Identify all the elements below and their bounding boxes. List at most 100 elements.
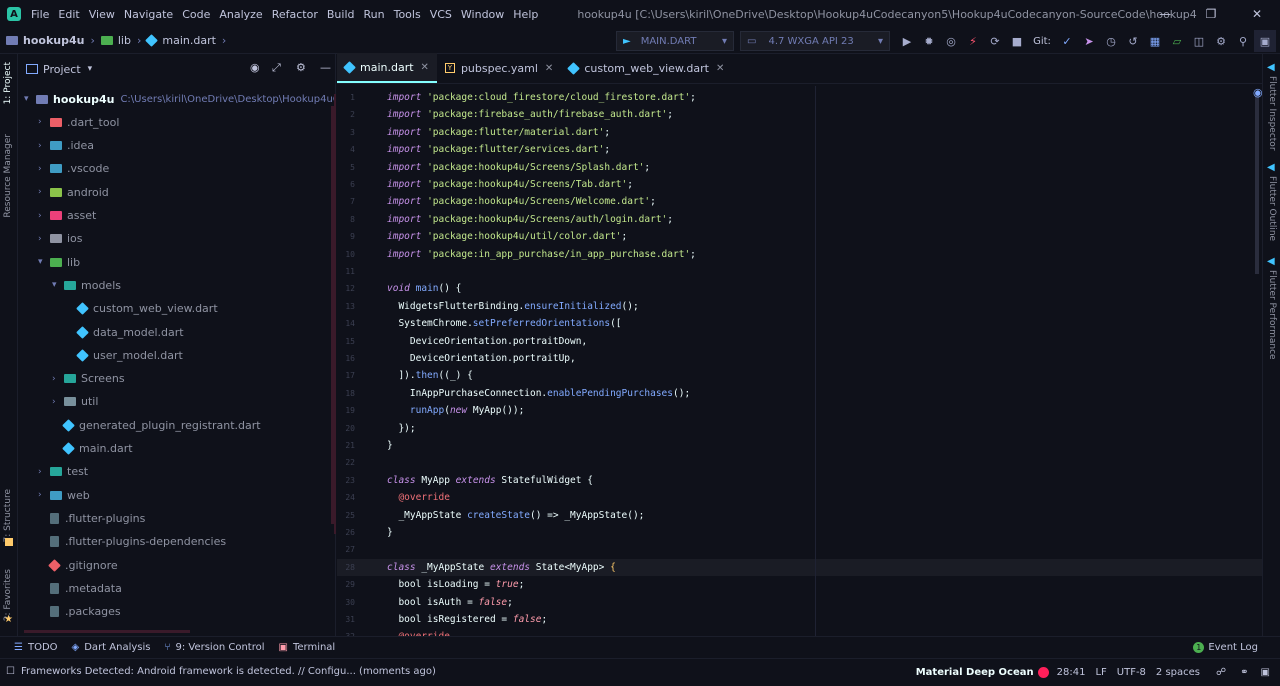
eye-icon[interactable]: ◉ <box>1253 86 1263 99</box>
tree-item[interactable]: ▾ models <box>52 274 121 296</box>
project-view-dropdown[interactable]: Project <box>43 63 81 76</box>
tree-item[interactable]: generated_plugin_registrant.dart <box>52 414 261 436</box>
close-tab-icon[interactable]: ✕ <box>716 63 724 74</box>
editor-scrollbar[interactable] <box>1255 94 1259 274</box>
lock-icon[interactable]: ☍ <box>1216 667 1226 678</box>
run-icon[interactable]: ▶ <box>896 30 918 52</box>
flutter-performance-tab[interactable]: Flutter Performance <box>1267 270 1277 360</box>
project-horizontal-scrollbar[interactable] <box>24 630 190 633</box>
tree-item[interactable]: .packages <box>38 601 121 623</box>
indent-setting[interactable]: 2 spaces <box>1156 667 1200 678</box>
memory-indicator-icon[interactable]: ▣ <box>1261 667 1270 678</box>
cursor-position[interactable]: 28:41 <box>1057 667 1086 678</box>
line-number: 2 <box>350 110 355 120</box>
flutter-outline-tab[interactable]: Flutter Outline <box>1267 176 1277 241</box>
resource-manager-tab[interactable]: Resource Manager <box>3 134 13 218</box>
menu-view[interactable]: View <box>89 8 115 21</box>
menu-window[interactable]: Window <box>461 8 504 21</box>
breadcrumb-file[interactable]: main.dart <box>162 34 216 47</box>
stop-icon[interactable]: ■ <box>1006 30 1028 52</box>
run-config-dropdown[interactable]: ► MAIN.DART ▾ <box>616 31 734 51</box>
menu-navigate[interactable]: Navigate <box>124 8 173 21</box>
tree-item[interactable]: .metadata <box>38 577 122 599</box>
tree-root[interactable]: ▾ hookup4u C:\Users\kiril\OneDrive\Deskt… <box>24 88 335 110</box>
menu-edit[interactable]: Edit <box>58 8 79 21</box>
gear-icon[interactable]: ⚙ <box>296 61 306 74</box>
attach-debugger-icon[interactable]: ⟳ <box>984 30 1006 52</box>
bottom-tool-button[interactable]: ◈ Dart Analysis <box>72 642 151 653</box>
menu-refactor[interactable]: Refactor <box>272 8 318 21</box>
menu-help[interactable]: Help <box>513 8 538 21</box>
debug-icon[interactable]: ✹ <box>918 30 940 52</box>
menu-run[interactable]: Run <box>364 8 385 21</box>
dart-file-icon <box>145 34 159 47</box>
breadcrumb-project[interactable]: hookup4u <box>23 34 84 47</box>
tree-item[interactable]: › .vscode <box>38 158 109 180</box>
git-update-icon[interactable]: ✓ <box>1056 30 1078 52</box>
code-line: import 'package:flutter/services.dart'; <box>387 141 610 158</box>
tree-item[interactable]: .flutter-plugins-dependencies <box>38 531 226 553</box>
notification-icon[interactable]: ☐ <box>6 666 15 677</box>
menu-code[interactable]: Code <box>182 8 210 21</box>
tree-item[interactable]: › test <box>38 461 88 483</box>
project-structure-icon[interactable]: ▦ <box>1144 30 1166 52</box>
tree-item[interactable]: main.dart <box>52 438 133 460</box>
file-encoding[interactable]: UTF-8 <box>1117 667 1146 678</box>
tree-item[interactable]: › android <box>38 181 109 203</box>
tree-item[interactable]: custom_web_view.dart <box>66 298 218 320</box>
event-log-button[interactable]: 1 Event Log <box>1193 642 1258 653</box>
menu-analyze[interactable]: Analyze <box>219 8 262 21</box>
maximize-button[interactable]: ❐ <box>1188 0 1234 28</box>
status-message[interactable]: Frameworks Detected: Android framework i… <box>21 666 436 677</box>
code-editor[interactable]: import 'package:cloud_firestore/cloud_fi… <box>387 86 1262 636</box>
close-tab-icon[interactable]: ✕ <box>545 63 553 74</box>
line-ending[interactable]: LF <box>1095 667 1106 678</box>
tree-item[interactable]: › Screens <box>52 368 125 390</box>
tree-item[interactable]: › util <box>52 391 98 413</box>
tree-item[interactable]: data_model.dart <box>66 321 184 343</box>
project-tool-tab[interactable]: 1: Project <box>3 62 13 104</box>
rollback-icon[interactable]: ↺ <box>1122 30 1144 52</box>
hide-panel-icon[interactable]: — <box>320 61 331 74</box>
tree-item[interactable]: › .dart_tool <box>38 111 119 133</box>
settings-icon[interactable]: ⚙ <box>1210 30 1232 52</box>
menu-file[interactable]: File <box>31 8 49 21</box>
tree-item[interactable]: › ios <box>38 228 83 250</box>
git-push-icon[interactable]: ➤ <box>1078 30 1100 52</box>
menu-vcs[interactable]: VCS <box>430 8 452 21</box>
sdk-manager-icon[interactable]: ◫ <box>1188 30 1210 52</box>
git-branch-icon[interactable]: ⚭ <box>1240 667 1248 678</box>
device-dropdown[interactable]: ▭ 4.7 WXGA API 23 ▾ <box>740 31 890 51</box>
theme-name[interactable]: Material Deep Ocean <box>916 667 1034 678</box>
menu-build[interactable]: Build <box>327 8 355 21</box>
profile-icon[interactable]: ◎ <box>940 30 962 52</box>
close-window-button[interactable]: ✕ <box>1234 0 1280 28</box>
bottom-tool-button[interactable]: ☰ TODO <box>14 642 58 653</box>
tree-item[interactable]: › web <box>38 484 90 506</box>
tree-item-label: test <box>67 465 89 479</box>
breadcrumb-lib[interactable]: lib <box>118 34 131 47</box>
bottom-tool-button[interactable]: ▣ Terminal <box>279 642 336 653</box>
editor-tab[interactable]: Ypubspec.yaml ✕ <box>437 53 561 83</box>
git-history-icon[interactable]: ◷ <box>1100 30 1122 52</box>
tree-item[interactable]: .gitignore <box>38 554 118 576</box>
bottom-tool-button[interactable]: ⑂ 9: Version Control <box>164 642 264 653</box>
tree-item[interactable]: › asset <box>38 205 96 227</box>
tree-item[interactable]: ▾ lib <box>38 251 80 273</box>
avd-manager-icon[interactable]: ▱ <box>1166 30 1188 52</box>
tree-item[interactable]: › .idea <box>38 135 94 157</box>
menu-tools[interactable]: Tools <box>394 8 421 21</box>
tree-item[interactable]: .flutter-plugins <box>38 507 145 529</box>
hot-reload-icon[interactable]: ⚡ <box>962 30 984 52</box>
close-tab-icon[interactable]: ✕ <box>421 62 429 73</box>
editor-tab[interactable]: main.dart ✕ <box>337 53 437 83</box>
search-icon[interactable]: ⚲ <box>1232 30 1254 52</box>
collapse-all-icon[interactable]: ⤢ <box>272 61 281 75</box>
scroll-from-source-icon[interactable]: ◉ <box>250 61 260 74</box>
tree-item[interactable]: user_model.dart <box>66 344 183 366</box>
editor-tab[interactable]: custom_web_view.dart ✕ <box>561 53 732 83</box>
layout-icon[interactable]: ▣ <box>1254 30 1276 52</box>
minimize-button[interactable]: — <box>1142 0 1188 28</box>
flutter-inspector-tab[interactable]: Flutter Inspector <box>1267 76 1277 151</box>
structure-tab[interactable]: 7: Structure <box>3 489 13 543</box>
